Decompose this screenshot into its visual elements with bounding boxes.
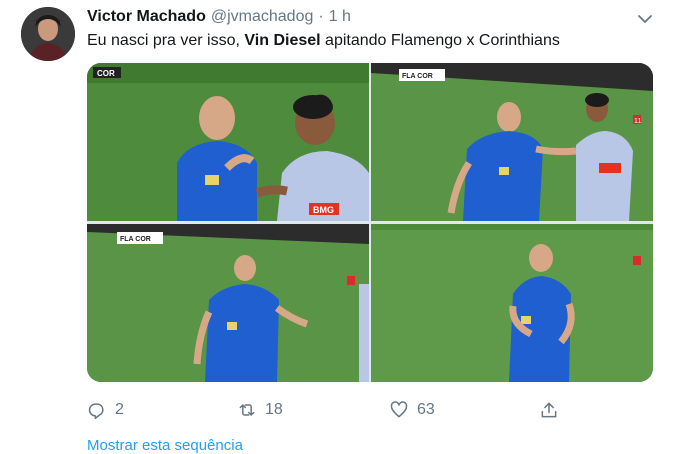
scoreboard-label: FLA COR bbox=[120, 236, 151, 243]
scoreboard-label: FLA COR bbox=[402, 73, 433, 80]
avatar[interactable] bbox=[21, 7, 75, 61]
author-name[interactable]: Victor Machado bbox=[87, 8, 206, 26]
tweet-text-start: Eu nasci pra ver isso, bbox=[87, 32, 245, 49]
retweet-button[interactable]: 18 bbox=[237, 396, 283, 424]
like-button[interactable]: 63 bbox=[389, 396, 435, 424]
channel-badge: 11 bbox=[634, 118, 641, 125]
media-photo-1[interactable]: COR BMG bbox=[87, 63, 369, 221]
share-button[interactable] bbox=[539, 396, 559, 424]
media-photo-4[interactable] bbox=[371, 224, 653, 382]
like-count: 63 bbox=[417, 401, 435, 418]
time-separator: · bbox=[318, 8, 324, 25]
reply-button[interactable]: 2 bbox=[87, 396, 124, 424]
media-photo-3[interactable]: FLA COR bbox=[87, 224, 369, 382]
tweet-header: Victor Machado @jvmachadog · 1 h bbox=[87, 8, 351, 30]
tweet[interactable]: Victor Machado @jvmachadog · 1 h Eu nasc… bbox=[0, 0, 680, 454]
media-photo-2[interactable]: FLA COR 11 bbox=[371, 63, 653, 221]
tweet-text-end: apitando Flamengo x Corinthians bbox=[320, 32, 560, 49]
media-grid: COR BMG FLA COR 11 FLA COR bbox=[87, 63, 653, 382]
heart-icon bbox=[390, 401, 408, 418]
timestamp[interactable]: 1 h bbox=[329, 8, 351, 26]
chevron-down-icon[interactable] bbox=[636, 10, 654, 28]
tweet-text: Eu nasci pra ver isso, Vin Diesel apitan… bbox=[87, 32, 560, 50]
tweet-text-bold: Vin Diesel bbox=[244, 32, 321, 49]
tweet-actions: 2 18 63 bbox=[87, 396, 567, 424]
scoreboard-label: COR bbox=[97, 69, 115, 78]
reply-icon bbox=[88, 403, 104, 420]
show-thread-link[interactable]: Mostrar esta sequência bbox=[87, 437, 243, 454]
retweet-icon bbox=[239, 404, 255, 416]
reply-count: 2 bbox=[115, 401, 124, 418]
author-handle[interactable]: @jvmachadog bbox=[211, 8, 314, 26]
avatar-photo bbox=[21, 7, 75, 61]
shirt-sponsor: BMG bbox=[313, 205, 334, 215]
retweet-count: 18 bbox=[265, 401, 283, 418]
share-icon bbox=[541, 402, 557, 418]
